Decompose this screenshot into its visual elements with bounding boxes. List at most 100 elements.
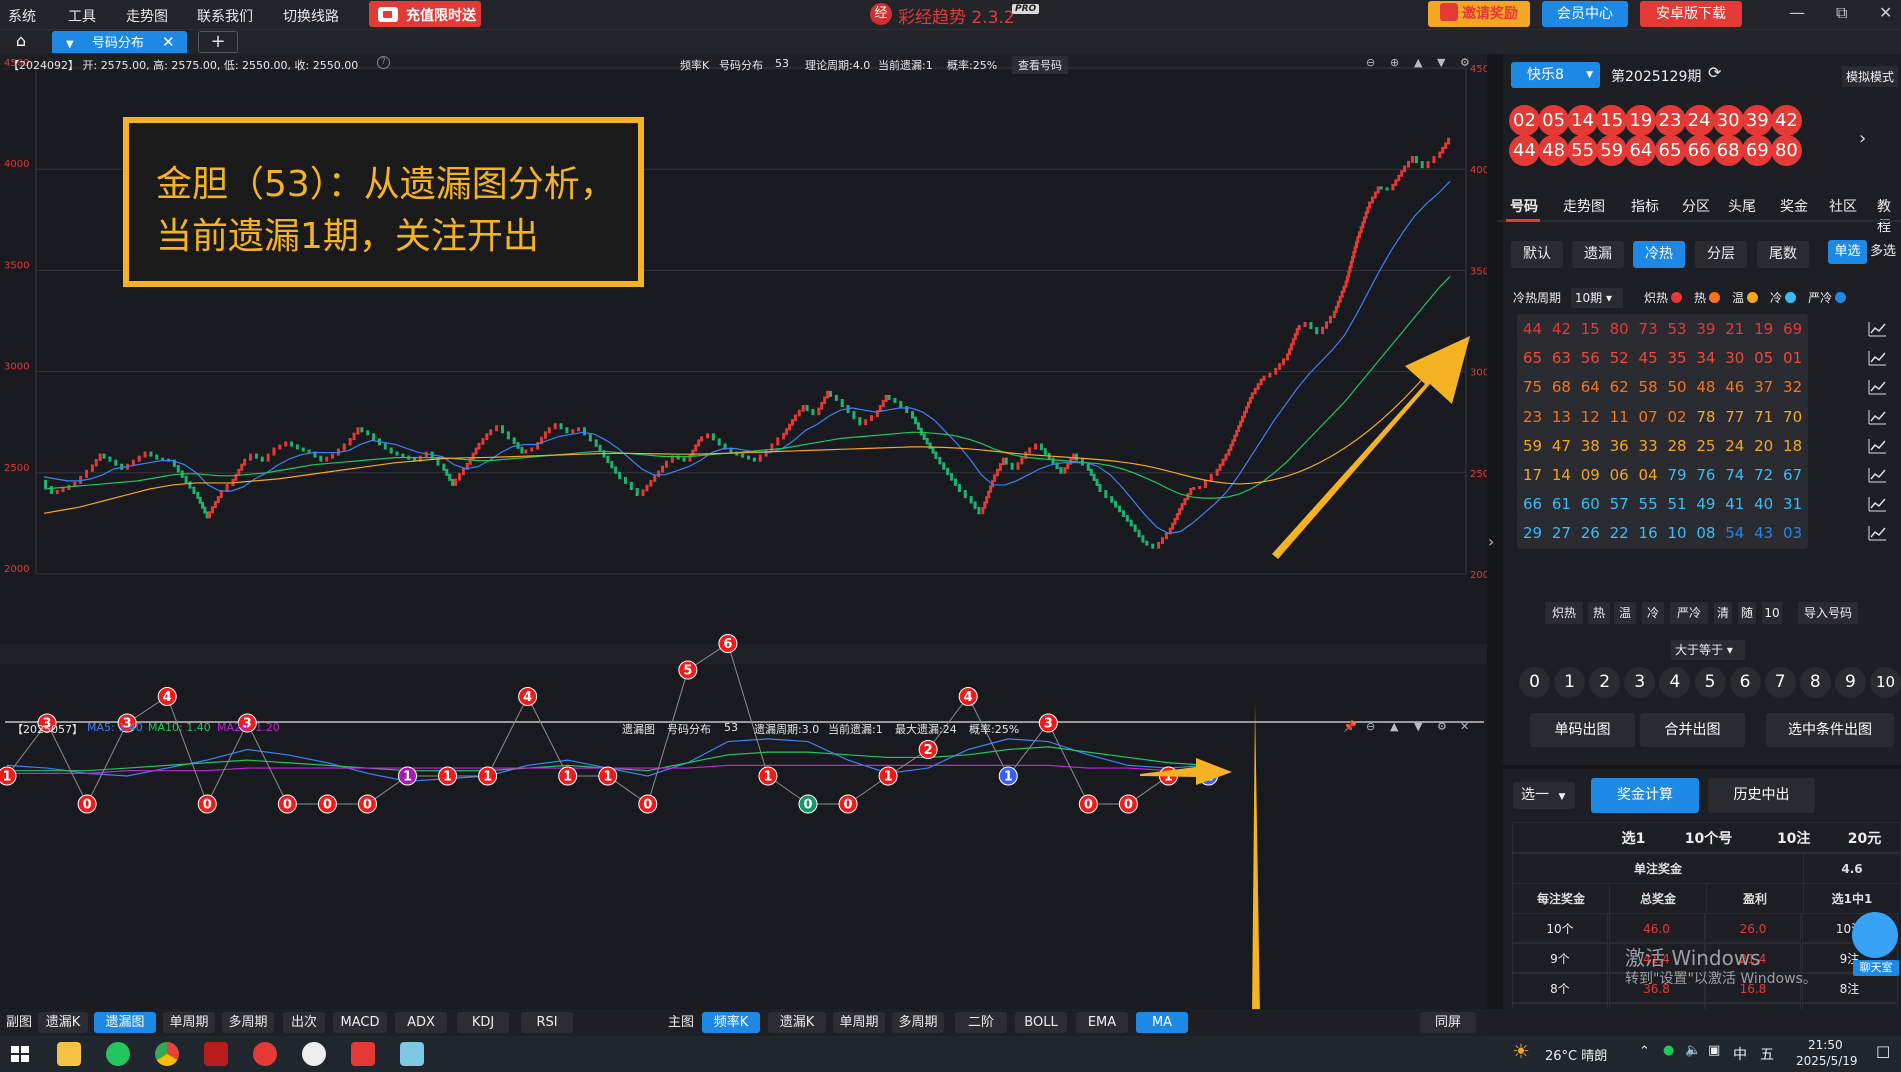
- nav-tab[interactable]: 走势图: [1563, 196, 1605, 216]
- trend-chart-icon[interactable]: [1867, 320, 1889, 340]
- weather-text[interactable]: 26°C 晴朗: [1545, 1045, 1607, 1064]
- heat-tool-button[interactable]: 温: [1614, 602, 1636, 624]
- sub-chart-button[interactable]: 遗漏K: [38, 1012, 88, 1033]
- number-cell[interactable]: 28: [1661, 430, 1693, 462]
- menu-switch-line[interactable]: 切换线路: [283, 6, 339, 26]
- nav-tab[interactable]: 指标: [1631, 196, 1659, 216]
- volume-icon[interactable]: 🔈: [1685, 1043, 1701, 1058]
- number-cell[interactable]: 39: [1690, 314, 1722, 345]
- draw-action-button[interactable]: 单码出图: [1530, 713, 1635, 747]
- ime-mode[interactable]: 五: [1760, 1044, 1774, 1064]
- number-cell[interactable]: 03: [1777, 518, 1809, 550]
- number-cell[interactable]: 61: [1545, 489, 1577, 521]
- compare-select[interactable]: 大于等于 ▾: [1671, 640, 1745, 660]
- wechat-icon[interactable]: [106, 1042, 130, 1066]
- number-cell[interactable]: 04: [1632, 460, 1664, 491]
- number-cell[interactable]: 20: [1748, 430, 1780, 462]
- number-cell[interactable]: 50: [1661, 372, 1693, 404]
- clock-time[interactable]: 21:50: [1808, 1038, 1843, 1052]
- number-cell[interactable]: 74: [1719, 460, 1751, 491]
- number-cell[interactable]: 80: [1603, 314, 1635, 345]
- number-cell[interactable]: 43: [1748, 518, 1780, 550]
- history-button[interactable]: 历史中出: [1708, 778, 1815, 813]
- mode-button[interactable]: 遗漏: [1572, 241, 1624, 268]
- main-chart-button[interactable]: 频率K: [702, 1012, 760, 1033]
- digit-button[interactable]: 0: [1519, 667, 1550, 698]
- number-cell[interactable]: 68: [1545, 372, 1577, 404]
- trend-chart-icon[interactable]: [1867, 378, 1889, 398]
- lottery-app-icon[interactable]: [253, 1042, 277, 1066]
- mode-button[interactable]: 分层: [1695, 241, 1747, 268]
- number-cell[interactable]: 08: [1690, 518, 1722, 550]
- single-select-button[interactable]: 单选: [1828, 240, 1867, 264]
- sub-chart-button[interactable]: 遗漏图: [94, 1012, 156, 1033]
- number-cell[interactable]: 55: [1632, 489, 1664, 521]
- sub-move-up-icon[interactable]: ▲: [1390, 720, 1398, 733]
- heat-tool-button[interactable]: 冷: [1642, 602, 1664, 624]
- nav-tab[interactable]: 分区: [1682, 196, 1710, 216]
- number-cell[interactable]: 76: [1690, 460, 1722, 491]
- number-cell[interactable]: 34: [1690, 343, 1722, 375]
- number-cell[interactable]: 21: [1719, 314, 1751, 345]
- main-chart-button[interactable]: EMA: [1076, 1012, 1128, 1033]
- number-cell[interactable]: 58: [1632, 372, 1664, 404]
- sub-zoom-out-icon[interactable]: ⊖: [1366, 720, 1375, 733]
- minimize-icon[interactable]: —: [1789, 3, 1805, 22]
- number-cell[interactable]: 48: [1690, 372, 1722, 404]
- number-cell[interactable]: 70: [1777, 401, 1809, 433]
- file-explorer-icon[interactable]: [57, 1042, 81, 1066]
- number-cell[interactable]: 13: [1545, 401, 1577, 433]
- pick-select[interactable]: 选一 ▼: [1513, 782, 1575, 809]
- number-cell[interactable]: 40: [1748, 489, 1780, 521]
- menu-contact[interactable]: 联系我们: [197, 6, 253, 26]
- close-window-icon[interactable]: ✕: [1879, 3, 1892, 22]
- main-chart-button[interactable]: 遗漏K: [768, 1012, 826, 1033]
- number-cell[interactable]: 64: [1574, 372, 1606, 404]
- trend-chart-icon[interactable]: [1867, 524, 1889, 544]
- menu-trend-chart[interactable]: 走势图: [126, 6, 168, 26]
- number-cell[interactable]: 62: [1603, 372, 1635, 404]
- number-cell[interactable]: 38: [1574, 430, 1606, 462]
- digit-button[interactable]: 9: [1834, 667, 1866, 698]
- number-cell[interactable]: 06: [1603, 460, 1635, 491]
- sub-chart-button[interactable]: 副图: [4, 1012, 34, 1033]
- number-cell[interactable]: 51: [1661, 489, 1693, 521]
- chat-room-button[interactable]: 聊天室: [1850, 912, 1900, 978]
- number-cell[interactable]: 72: [1748, 460, 1780, 491]
- number-cell[interactable]: 15: [1574, 314, 1606, 345]
- number-cell[interactable]: 27: [1545, 518, 1577, 550]
- number-cell[interactable]: 63: [1545, 343, 1577, 375]
- trend-chart-icon[interactable]: [1867, 349, 1889, 369]
- tool-app-icon[interactable]: [204, 1042, 228, 1066]
- add-tab-button[interactable]: +: [198, 31, 238, 53]
- number-cell[interactable]: 41: [1719, 489, 1751, 521]
- same-screen-button[interactable]: 同屏: [1420, 1012, 1476, 1033]
- heat-tool-button[interactable]: 严冷: [1670, 602, 1708, 624]
- number-cell[interactable]: 75: [1517, 372, 1548, 404]
- nav-tab[interactable]: 教程: [1877, 196, 1901, 236]
- number-cell[interactable]: 30: [1719, 343, 1751, 375]
- digit-button[interactable]: 8: [1799, 667, 1831, 698]
- lottery-select[interactable]: 快乐8 ▼: [1511, 62, 1600, 88]
- notepad-icon[interactable]: [400, 1042, 424, 1066]
- sub-chart-button[interactable]: RSI: [521, 1012, 573, 1033]
- number-cell[interactable]: 32: [1777, 372, 1809, 404]
- number-cell[interactable]: 73: [1632, 314, 1664, 345]
- number-cell[interactable]: 53: [1661, 314, 1693, 345]
- digit-button[interactable]: 6: [1729, 667, 1761, 698]
- mode-button[interactable]: 默认: [1511, 241, 1563, 268]
- tray-app-icon[interactable]: ●: [1663, 1043, 1674, 1058]
- number-cell[interactable]: 18: [1777, 430, 1809, 462]
- number-cell[interactable]: 60: [1574, 489, 1606, 521]
- number-cell[interactable]: 71: [1748, 401, 1780, 433]
- digit-button[interactable]: 7: [1764, 667, 1796, 698]
- number-cell[interactable]: 59: [1517, 430, 1548, 462]
- number-cell[interactable]: 49: [1690, 489, 1722, 521]
- multi-select-button[interactable]: 多选: [1870, 240, 1901, 264]
- tab-dropdown-icon[interactable]: ▼: [66, 39, 74, 50]
- heat-tool-button[interactable]: 炽热: [1545, 602, 1583, 624]
- qq-icon[interactable]: [302, 1042, 326, 1066]
- sub-chart-button[interactable]: 出次: [283, 1012, 325, 1033]
- main-chart-button[interactable]: 主图: [666, 1012, 696, 1033]
- tray-expand-icon[interactable]: ⌃: [1639, 1044, 1650, 1059]
